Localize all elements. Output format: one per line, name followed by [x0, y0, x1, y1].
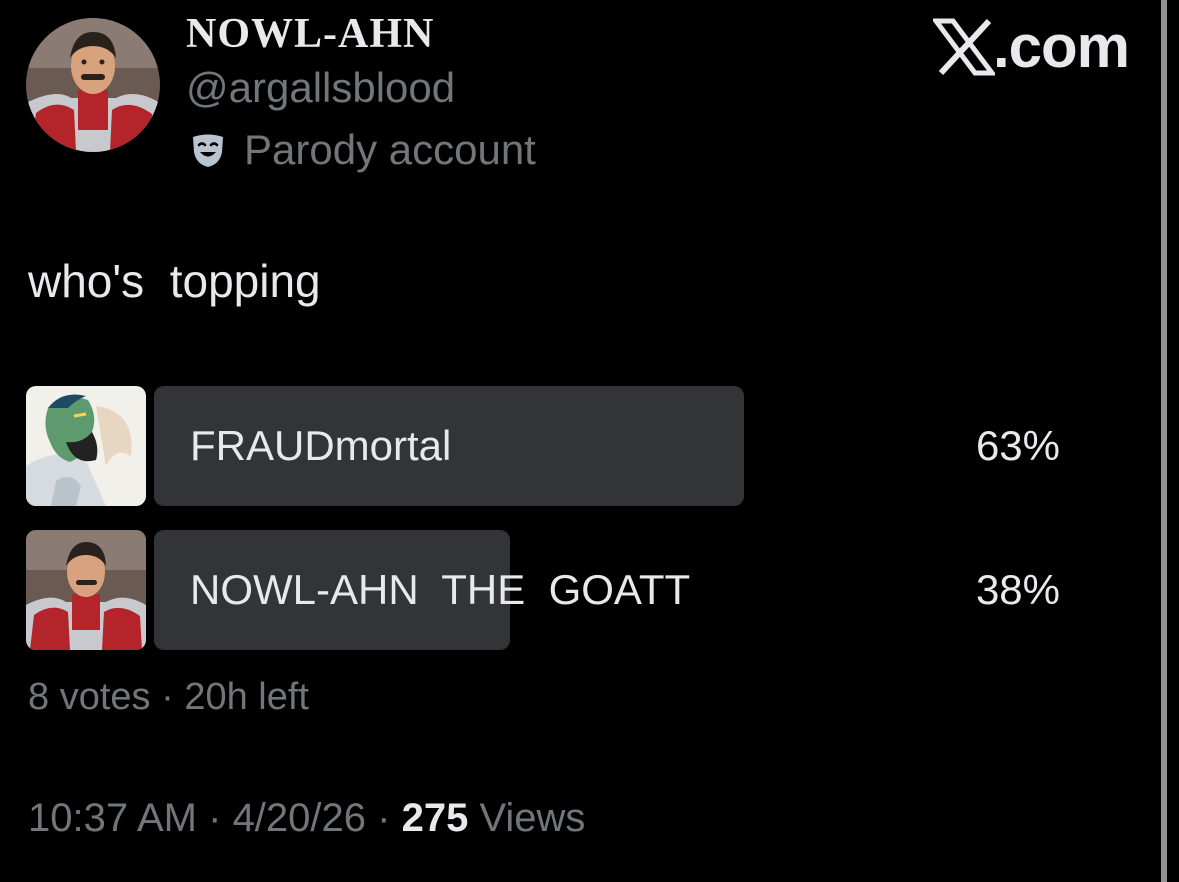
poll-option-label: NOWL-AHN THE GOATT	[190, 566, 691, 613]
avatar[interactable]	[26, 18, 160, 152]
author-display-name[interactable]: NOWL-AHN	[186, 10, 434, 58]
views-count[interactable]: 275	[402, 796, 469, 840]
option-image-red-hero	[26, 530, 146, 650]
poll-time-left: 20h left	[184, 676, 309, 718]
theater-mask-icon	[193, 134, 223, 167]
brand-domain-text: .com	[992, 13, 1130, 80]
poll-option-percent: 38%	[975, 566, 1060, 613]
tweet-date[interactable]: 4/20/26	[233, 796, 366, 840]
parody-label-row: Parody account	[188, 126, 536, 174]
scrollbar-edge[interactable]	[1161, 0, 1167, 882]
poll-option-image	[26, 386, 146, 506]
separator-dot: ·	[150, 676, 185, 718]
parody-account-label: Parody account	[244, 126, 536, 173]
separator-dot: ·	[197, 796, 233, 840]
poll-vote-count: 8 votes	[28, 676, 151, 718]
separator-dot: ·	[366, 796, 402, 840]
poll-option-1[interactable]: FRAUDmortal 63%	[26, 386, 1076, 506]
poll-option-image	[26, 530, 146, 650]
author-handle[interactable]: @argallsblood	[186, 64, 455, 112]
views-label: Views	[468, 796, 586, 840]
tweet-time[interactable]: 10:37 AM	[28, 796, 197, 840]
option-image-green-hero	[26, 386, 146, 506]
tweet-timestamp-row: 10:37 AM · 4/20/26 · 275 Views	[28, 796, 585, 841]
avatar-illustration	[26, 18, 160, 152]
poll-option-percent: 63%	[975, 422, 1060, 469]
poll-option-2[interactable]: NOWL-AHN THE GOATT 38%	[26, 530, 1076, 650]
poll-option-label: FRAUDmortal	[190, 422, 452, 469]
poll-meta: 8 votes · 20h left	[28, 676, 309, 719]
tweet-text: who's topping	[28, 255, 321, 307]
x-logo-icon	[932, 18, 995, 75]
brand-logo: .com	[932, 12, 1130, 81]
